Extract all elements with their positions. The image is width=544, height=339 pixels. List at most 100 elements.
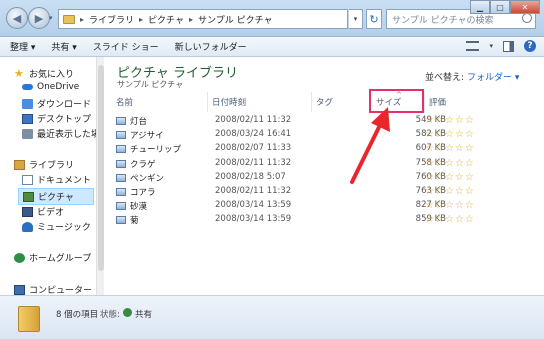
rating-star-icon[interactable]: ☆	[445, 172, 455, 183]
breadcrumb-separator-icon[interactable]: ▸	[139, 15, 143, 24]
refresh-icon[interactable]: ↻	[366, 9, 382, 29]
nav-videos[interactable]: ビデオ	[22, 205, 64, 218]
rating-star-icon[interactable]: ☆	[445, 158, 455, 169]
new-folder-button[interactable]: 新しいフォルダー	[175, 40, 247, 53]
nav-recent-places[interactable]: 最近表示した場所	[22, 127, 96, 140]
rating-star-icon[interactable]: ☆	[425, 172, 435, 183]
rating-star-icon[interactable]: ☆	[435, 115, 445, 126]
maximize-button[interactable]: □	[490, 0, 510, 14]
file-row[interactable]: 砂漠 2008/03/14 13:59 827 KB ☆☆☆☆☆	[116, 200, 486, 212]
minimize-button[interactable]: ▁	[470, 0, 490, 14]
file-row[interactable]: アジサイ 2008/03/24 16:41 582 KB ☆☆☆☆☆	[116, 129, 486, 141]
rating-star-icon[interactable]: ☆	[425, 186, 435, 197]
change-view-icon[interactable]	[466, 41, 480, 51]
rating-star-icon[interactable]: ☆	[455, 158, 465, 169]
nav-onedrive[interactable]: OneDrive	[22, 82, 79, 92]
rating-star-icon[interactable]: ☆	[445, 214, 455, 225]
rating-star-icon[interactable]: ☆	[455, 129, 465, 140]
back-button[interactable]: ◀	[6, 7, 28, 29]
rating-star-icon[interactable]: ☆	[425, 200, 435, 211]
rating-star-icon[interactable]: ☆	[445, 200, 455, 211]
nav-desktop[interactable]: デスクトップ	[22, 112, 91, 125]
nav-documents[interactable]: ドキュメント	[22, 173, 91, 186]
rating-star-icon[interactable]: ☆	[445, 129, 455, 140]
rating-star-icon[interactable]: ☆	[455, 200, 465, 211]
nav-label: ライブラリ	[29, 161, 75, 171]
nav-pictures[interactable]: ピクチャ	[18, 188, 94, 205]
rating-star-icon[interactable]: ☆	[445, 115, 455, 126]
rating-stars[interactable]: ☆☆☆☆☆	[425, 143, 475, 154]
file-row[interactable]: コアラ 2008/02/11 11:32 763 KB ☆☆☆☆☆	[116, 186, 486, 198]
rating-star-icon[interactable]: ☆	[445, 186, 455, 197]
nav-downloads[interactable]: ダウンロード	[22, 97, 91, 110]
file-row[interactable]: クラゲ 2008/02/11 11:32 758 KB ☆☆☆☆☆	[116, 158, 486, 170]
rating-star-icon[interactable]: ☆	[425, 129, 435, 140]
breadcrumb-sample-pictures[interactable]: サンプル ピクチャ	[198, 13, 273, 26]
nav-libraries[interactable]: ライブラリ	[14, 158, 74, 171]
scrollbar-thumb[interactable]	[98, 65, 104, 271]
rating-star-icon[interactable]: ☆	[435, 200, 445, 211]
rating-star-icon[interactable]: ☆	[425, 143, 435, 154]
rating-star-icon[interactable]: ☆	[455, 186, 465, 197]
nav-homegroup[interactable]: ホームグループ	[14, 251, 91, 264]
rating-star-icon[interactable]: ☆	[435, 186, 445, 197]
nav-favorites[interactable]: ★ お気に入り	[14, 67, 74, 81]
nav-music[interactable]: ミュージック	[22, 220, 91, 233]
file-row[interactable]: 菊 2008/03/14 13:59 859 KB ☆☆☆☆☆	[116, 214, 486, 226]
rating-star-icon[interactable]: ☆	[465, 172, 475, 183]
navigation-scrollbar[interactable]	[96, 57, 104, 295]
nav-label: 最近表示した場所	[37, 130, 96, 140]
view-dropdown-icon[interactable]: ▾	[489, 42, 493, 50]
organize-button[interactable]: 整理 ▾	[10, 40, 35, 53]
share-button[interactable]: 共有 ▾	[51, 40, 76, 53]
preview-pane-icon[interactable]	[503, 40, 514, 52]
rating-star-icon[interactable]: ☆	[455, 172, 465, 183]
file-row[interactable]: 灯台 2008/02/11 11:32 549 KB ☆☆☆☆☆	[116, 115, 486, 127]
close-button[interactable]: ✕	[510, 0, 540, 14]
rating-star-icon[interactable]: ☆	[435, 172, 445, 183]
breadcrumb-pictures[interactable]: ピクチャ	[148, 13, 184, 26]
rating-star-icon[interactable]: ☆	[455, 143, 465, 154]
column-header-rating[interactable]: 評価	[425, 92, 505, 112]
forward-button[interactable]: ▶	[28, 7, 50, 29]
rating-stars[interactable]: ☆☆☆☆☆	[425, 200, 475, 211]
rating-star-icon[interactable]: ☆	[435, 143, 445, 154]
rating-star-icon[interactable]: ☆	[435, 214, 445, 225]
rating-stars[interactable]: ☆☆☆☆☆	[425, 129, 475, 140]
rating-stars[interactable]: ☆☆☆☆☆	[425, 158, 475, 169]
rating-star-icon[interactable]: ☆	[445, 143, 455, 154]
recent-pages-dropdown-icon[interactable]: ▾	[49, 14, 53, 22]
homegroup-icon	[14, 252, 25, 263]
slideshow-button[interactable]: スライド ショー	[93, 40, 159, 53]
arrange-by-dropdown[interactable]: フォルダー ▾	[467, 70, 519, 83]
rating-star-icon[interactable]: ☆	[455, 115, 465, 126]
column-header-name[interactable]: 名前	[112, 92, 208, 112]
rating-star-icon[interactable]: ☆	[465, 200, 475, 211]
rating-star-icon[interactable]: ☆	[435, 158, 445, 169]
rating-stars[interactable]: ☆☆☆☆☆	[425, 186, 475, 197]
rating-stars[interactable]: ☆☆☆☆☆	[425, 214, 475, 225]
rating-star-icon[interactable]: ☆	[465, 115, 475, 126]
breadcrumb-separator-icon[interactable]: ▸	[80, 15, 84, 24]
rating-star-icon[interactable]: ☆	[465, 143, 475, 154]
rating-star-icon[interactable]: ☆	[465, 129, 475, 140]
breadcrumb-separator-icon[interactable]: ▸	[189, 15, 193, 24]
address-dropdown-icon[interactable]: ▾	[349, 9, 363, 29]
search-icon[interactable]	[522, 13, 532, 23]
breadcrumb-libraries[interactable]: ライブラリ	[89, 13, 134, 26]
help-icon[interactable]: ?	[524, 40, 536, 52]
address-bar[interactable]: ▸ ライブラリ ▸ ピクチャ ▸ サンプル ピクチャ	[58, 9, 348, 29]
rating-star-icon[interactable]: ☆	[465, 158, 475, 169]
rating-stars[interactable]: ☆☆☆☆☆	[425, 172, 475, 183]
file-row[interactable]: チューリップ 2008/02/07 11:33 607 KB ☆☆☆☆☆	[116, 143, 486, 155]
rating-star-icon[interactable]: ☆	[465, 186, 475, 197]
rating-star-icon[interactable]: ☆	[425, 158, 435, 169]
rating-star-icon[interactable]: ☆	[425, 214, 435, 225]
rating-stars[interactable]: ☆☆☆☆☆	[425, 115, 475, 126]
column-header-date[interactable]: 日付時刻	[208, 92, 312, 112]
rating-star-icon[interactable]: ☆	[435, 129, 445, 140]
rating-star-icon[interactable]: ☆	[465, 214, 475, 225]
rating-star-icon[interactable]: ☆	[455, 214, 465, 225]
file-row[interactable]: ペンギン 2008/02/18 5:07 760 KB ☆☆☆☆☆	[116, 172, 486, 184]
rating-star-icon[interactable]: ☆	[425, 115, 435, 126]
